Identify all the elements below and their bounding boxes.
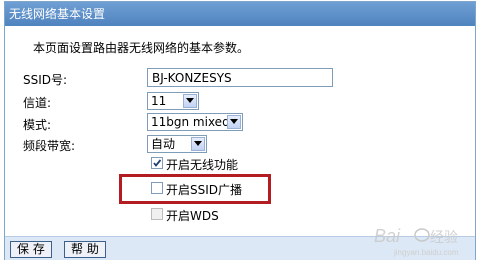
chevron-down-icon[interactable] xyxy=(227,115,241,129)
ssid-label: SSID号: xyxy=(23,73,68,87)
chevron-down-icon[interactable] xyxy=(191,137,205,151)
wds-checkbox[interactable] xyxy=(151,208,163,220)
channel-select[interactable]: 11 xyxy=(147,92,199,110)
chevron-down-icon[interactable] xyxy=(183,94,197,108)
ssid-input[interactable] xyxy=(147,68,333,87)
wireless-enable-checkbox[interactable] xyxy=(151,157,163,169)
checkmark-icon xyxy=(153,159,162,167)
baidu-logo-icon: Bai 经验 jingyan.baidu.com xyxy=(374,226,459,257)
channel-select-value: 11 xyxy=(151,94,167,108)
panel-title: 无线网络基本设置 xyxy=(5,2,475,26)
channel-label: 信道: xyxy=(23,96,52,110)
mode-select-value: 11bgn mixed xyxy=(151,115,230,129)
baidu-watermark: Bai 经验 jingyan.baidu.com xyxy=(372,222,478,260)
bandwidth-label: 频段带宽: xyxy=(23,139,76,153)
page-description: 本页面设置路由器无线网络的基本参数。 xyxy=(33,41,250,55)
svg-text:jingyan.baidu.com: jingyan.baidu.com xyxy=(393,248,459,257)
wireless-enable-label: 开启无线功能 xyxy=(166,158,239,172)
help-button[interactable]: 帮 助 xyxy=(64,241,106,258)
svg-text:Bai: Bai xyxy=(374,226,401,246)
wds-label: 开启WDS xyxy=(166,209,219,223)
mode-label: 模式: xyxy=(23,118,52,132)
bandwidth-select[interactable]: 自动 xyxy=(147,135,207,153)
save-button[interactable]: 保 存 xyxy=(10,241,52,258)
svg-text:经验: 经验 xyxy=(430,230,458,246)
bandwidth-select-value: 自动 xyxy=(151,137,176,151)
highlight-box xyxy=(119,174,271,204)
mode-select[interactable]: 11bgn mixed xyxy=(147,113,243,131)
